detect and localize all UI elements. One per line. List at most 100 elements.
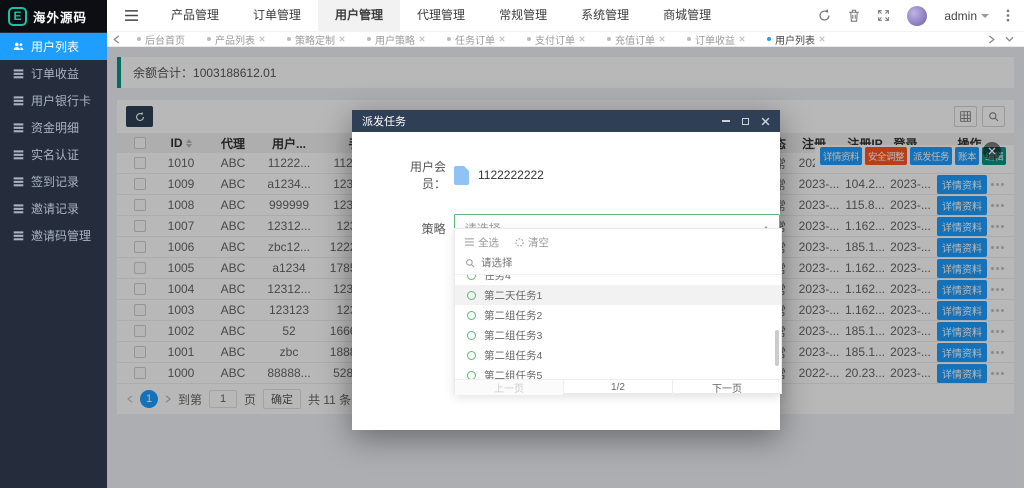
sidebar-menu: 用户列表 订单收益 用户银行卡 资金明细 实名认证 签到记录 邀请记录 邀请码: [0, 32, 107, 249]
radio-circle-icon: [467, 291, 476, 300]
modal-title: 派发任务: [362, 113, 406, 129]
nav-mall-mgmt[interactable]: 商城管理: [646, 0, 728, 31]
dropdown-page-info: 1/2: [563, 380, 672, 395]
tab-user-strategy[interactable]: 用户策略: [356, 32, 436, 47]
member-label: 用户会员：: [388, 158, 446, 192]
clear-icon: [515, 238, 524, 247]
sidebar-item-real-name-auth[interactable]: 实名认证: [0, 141, 107, 168]
dropdown-actions: 全选 清空: [455, 229, 781, 251]
tab-label: 用户列表: [775, 32, 815, 47]
tabs: 后台首页 产品列表 策略定制 用户策略 任务订单 支付订单 充值订单 订单收益 …: [126, 32, 988, 47]
sidebar-item-user-bank-cards[interactable]: 用户银行卡: [0, 87, 107, 114]
tab-product-list[interactable]: 产品列表: [196, 32, 276, 47]
tab-close-icon[interactable]: [739, 36, 745, 42]
chevron-down-icon: [981, 14, 989, 18]
sidebar-item-label: 订单收益: [31, 65, 79, 82]
dropdown-option[interactable]: 第二组任务2: [455, 305, 781, 325]
list-icon: [13, 122, 24, 133]
dropdown-option[interactable]: 第二天任务1: [455, 285, 781, 305]
dropdown-option-list: 任务4 第二天任务1 第二组任务2: [455, 275, 781, 379]
brand-name: 海外源码: [33, 7, 87, 26]
tab-close-icon[interactable]: [259, 36, 265, 42]
more-vertical-icon[interactable]: [1006, 9, 1010, 22]
tabs-menu-icon[interactable]: [1005, 36, 1014, 43]
maximize-icon[interactable]: [742, 118, 749, 125]
tab-close-icon[interactable]: [579, 36, 585, 42]
tab-close-icon[interactable]: [499, 36, 505, 42]
radio-circle-icon: [467, 371, 476, 380]
sidebar-item-fund-details[interactable]: 资金明细: [0, 114, 107, 141]
tab-dot-icon: [447, 37, 451, 41]
tabs-scroll-left-icon[interactable]: [107, 35, 126, 44]
scrollbar[interactable]: [775, 330, 779, 366]
tab-dot-icon: [527, 37, 531, 41]
sidebar-item-label: 邀请记录: [31, 200, 79, 217]
clear-option[interactable]: 清空: [515, 235, 549, 250]
nav-user-mgmt[interactable]: 用户管理: [318, 0, 400, 31]
nav-product-mgmt[interactable]: 产品管理: [154, 0, 236, 31]
tab-close-icon[interactable]: [659, 36, 665, 42]
user-menu[interactable]: admin: [944, 9, 989, 23]
option-label: 第二组任务3: [484, 328, 542, 343]
tab-dot-icon: [607, 37, 611, 41]
tab-dot-icon: [287, 37, 291, 41]
tab-dot-icon: [687, 37, 691, 41]
tab-label: 策略定制: [295, 32, 335, 47]
fullscreen-icon[interactable]: [877, 9, 890, 22]
nav-system-mgmt[interactable]: 系统管理: [564, 0, 646, 31]
tab-task-orders[interactable]: 任务订单: [436, 32, 516, 47]
dropdown-option[interactable]: 任务4: [455, 275, 781, 285]
dropdown-option[interactable]: 第二组任务5: [455, 365, 781, 379]
tab-close-icon[interactable]: [819, 36, 825, 42]
radio-circle-icon: [467, 351, 476, 360]
tab-strategy-custom[interactable]: 策略定制: [276, 32, 356, 47]
sidebar-item-user-list[interactable]: 用户列表: [0, 33, 107, 60]
dropdown-search-input[interactable]: [481, 257, 771, 269]
close-icon[interactable]: [761, 117, 770, 126]
tab-dot-icon: [207, 37, 211, 41]
list-icon: [13, 95, 24, 106]
tab-user-list[interactable]: 用户列表: [756, 32, 836, 47]
list-icon: [13, 203, 24, 214]
select-all-option[interactable]: 全选: [465, 235, 499, 250]
strategy-dropdown-panel: 全选 清空 任务4: [454, 228, 782, 394]
brand-logo: E 海外源码: [0, 0, 107, 32]
sidebar-item-checkin-records[interactable]: 签到记录: [0, 168, 107, 195]
option-label: 第二组任务5: [484, 368, 542, 380]
modal-header: 派发任务: [352, 110, 780, 132]
dropdown-option[interactable]: 第二组任务3: [455, 325, 781, 345]
clear-cache-icon[interactable]: [848, 9, 860, 22]
tab-close-icon[interactable]: [419, 36, 425, 42]
hamburger-icon[interactable]: [107, 10, 154, 21]
option-label: 任务4: [484, 275, 511, 283]
radio-circle-icon: [467, 311, 476, 320]
dropdown-next-page[interactable]: 下一页: [672, 380, 781, 395]
tab-label: 任务订单: [455, 32, 495, 47]
tab-order-earnings[interactable]: 订单收益: [676, 32, 756, 47]
tab-dot-icon: [367, 37, 371, 41]
sidebar-item-order-earnings[interactable]: 订单收益: [0, 60, 107, 87]
sidebar-item-invite-code-mgmt[interactable]: 邀请码管理: [0, 222, 107, 249]
dropdown-pager: 上一页 1/2 下一页: [455, 379, 781, 395]
avatar[interactable]: [907, 6, 927, 26]
tab-pay-orders[interactable]: 支付订单: [516, 32, 596, 47]
username: admin: [944, 9, 977, 23]
member-row: 用户会员： 1122222222: [352, 132, 780, 192]
tab-home[interactable]: 后台首页: [126, 32, 196, 47]
dispatch-task-modal: 派发任务 用户会员： 1122222222 策略 请选择: [352, 110, 780, 430]
nav-agent-mgmt[interactable]: 代理管理: [400, 0, 482, 31]
nav-order-mgmt[interactable]: 订单管理: [236, 0, 318, 31]
minimize-icon[interactable]: [722, 120, 730, 122]
select-all-label: 全选: [478, 235, 499, 250]
nav-general-mgmt[interactable]: 常规管理: [482, 0, 564, 31]
clear-label: 清空: [528, 235, 549, 250]
tab-recharge-orders[interactable]: 充值订单: [596, 32, 676, 47]
tabs-scroll-right-icon[interactable]: [988, 35, 995, 44]
dropdown-prev-page[interactable]: 上一页: [455, 380, 563, 395]
sidebar-item-label: 用户列表: [31, 38, 79, 55]
dropdown-search: [455, 251, 781, 275]
refresh-icon[interactable]: [818, 9, 831, 22]
dropdown-option[interactable]: 第二组任务4: [455, 345, 781, 365]
tab-close-icon[interactable]: [339, 36, 345, 42]
sidebar-item-invite-records[interactable]: 邀请记录: [0, 195, 107, 222]
